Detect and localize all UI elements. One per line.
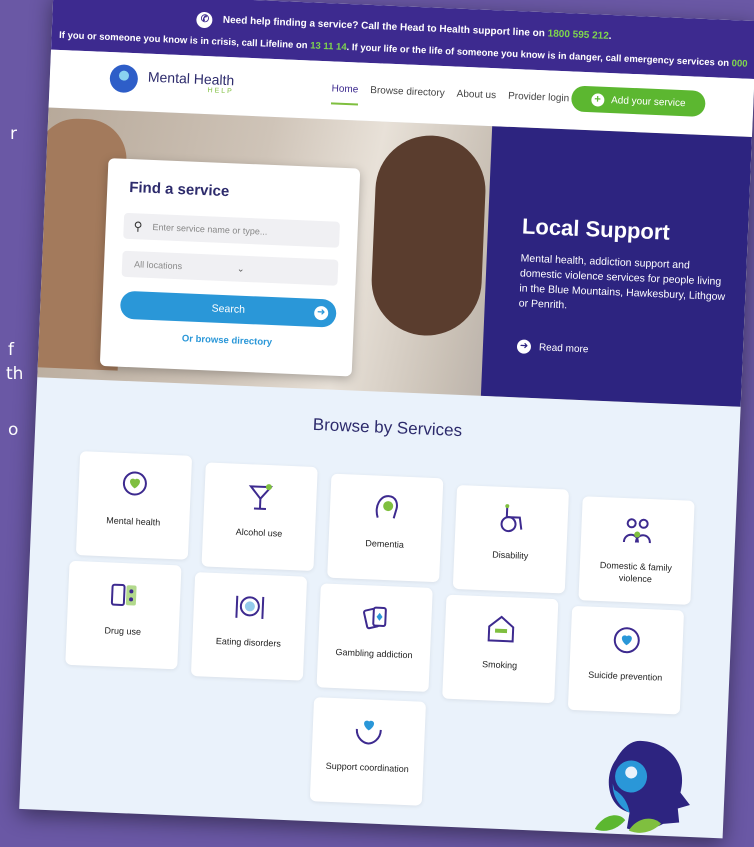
heart-circle-icon <box>613 627 640 654</box>
head-to-health-phone-link[interactable]: 1800 595 212 <box>547 28 609 42</box>
find-service-title: Find a service <box>128 178 230 201</box>
read-more-link[interactable]: ➜ Read more <box>516 339 589 356</box>
local-support-panel: Local Support Mental health, addiction s… <box>480 126 752 407</box>
service-tile-label: Disability <box>492 549 529 561</box>
service-tile-label: Eating disorders <box>215 635 282 649</box>
plus-icon: + <box>590 92 605 107</box>
service-tile-label: Dementia <box>365 538 405 550</box>
cocktail-glass-icon <box>248 484 274 510</box>
service-tile[interactable]: Eating disorders <box>190 572 308 681</box>
service-tile[interactable]: Suicide prevention <box>567 605 685 715</box>
service-search-input[interactable]: ⚲ Enter service name or type... <box>123 212 341 248</box>
family-icon <box>622 518 651 544</box>
nav-browse-directory[interactable]: Browse directory <box>370 85 445 109</box>
service-tile-label: Alcohol use <box>235 526 283 539</box>
search-button[interactable]: Search ➜ <box>119 290 337 328</box>
head-swirl-icon <box>375 495 398 519</box>
hero-photo-person <box>369 133 488 338</box>
logo-mark-icon <box>109 64 139 94</box>
add-service-button[interactable]: + Add your service <box>570 85 706 118</box>
arrow-right-icon: ➜ <box>313 305 329 321</box>
side-text-fragment: f <box>8 340 14 360</box>
chevron-down-icon: ⌄ <box>236 263 245 274</box>
local-support-title: Local Support <box>521 213 671 245</box>
wheelchair-icon <box>500 504 523 533</box>
service-tile-label: Gambling addiction <box>335 647 413 661</box>
nav-home[interactable]: Home <box>330 83 359 106</box>
service-tile[interactable]: Disability <box>452 484 570 594</box>
site-logo[interactable]: Mental Health HELP <box>109 64 235 97</box>
service-tile-label: Suicide prevention <box>588 669 663 683</box>
browse-services-heading: Browse by Services <box>312 414 463 441</box>
service-tile[interactable]: Domestic & family violence <box>578 496 695 605</box>
service-tile-label: Support coordination <box>325 760 409 775</box>
service-tile-label: Mental health <box>106 515 161 528</box>
service-tile[interactable]: Alcohol use <box>201 462 318 572</box>
no-smoking-icon <box>487 615 515 643</box>
emergency-phone-link[interactable]: 000 <box>731 58 747 70</box>
service-tile[interactable]: Dementia <box>327 473 444 583</box>
plate-cutlery-icon <box>235 595 265 619</box>
nav-provider-login[interactable]: Provider login <box>507 91 570 115</box>
local-support-body: Mental health, addiction support and dom… <box>518 252 726 312</box>
hero-banner: Local Support Mental health, addiction s… <box>37 107 752 407</box>
playing-cards-icon <box>363 606 387 630</box>
side-text-fragment: th <box>6 364 24 384</box>
service-tile[interactable]: Gambling addiction <box>316 583 433 692</box>
website-screenshot-card: ✆ Need help finding a service? Call the H… <box>19 0 754 839</box>
find-service-box: Find a service ⚲ Enter service name or t… <box>99 158 361 377</box>
mental-health-help-logo <box>594 740 690 833</box>
side-text-fragment: r <box>10 124 17 144</box>
hands-heart-icon <box>355 720 382 745</box>
service-tile-label: Drug use <box>104 625 142 637</box>
pills-icon <box>110 583 137 607</box>
search-icon: ⚲ <box>133 219 143 234</box>
brain-heart-icon <box>122 471 147 496</box>
nav-about-us[interactable]: About us <box>456 89 496 112</box>
service-tile[interactable]: Support coordination <box>309 697 427 806</box>
browse-directory-link[interactable]: Or browse directory <box>101 330 353 352</box>
side-text-fragment: o <box>8 420 19 440</box>
lifeline-phone-link[interactable]: 13 11 14 <box>310 40 347 53</box>
service-tile-label: Domestic & family violence <box>599 560 673 585</box>
arrow-right-icon: ➜ <box>516 339 532 354</box>
service-tile[interactable]: Drug use <box>65 560 182 670</box>
service-tile[interactable]: Smoking <box>442 594 559 704</box>
phone-icon: ✆ <box>196 11 214 29</box>
service-tile[interactable]: Mental health <box>75 451 193 560</box>
service-tile-label: Smoking <box>481 659 518 671</box>
location-select[interactable]: All locations ⌄ <box>121 250 339 286</box>
